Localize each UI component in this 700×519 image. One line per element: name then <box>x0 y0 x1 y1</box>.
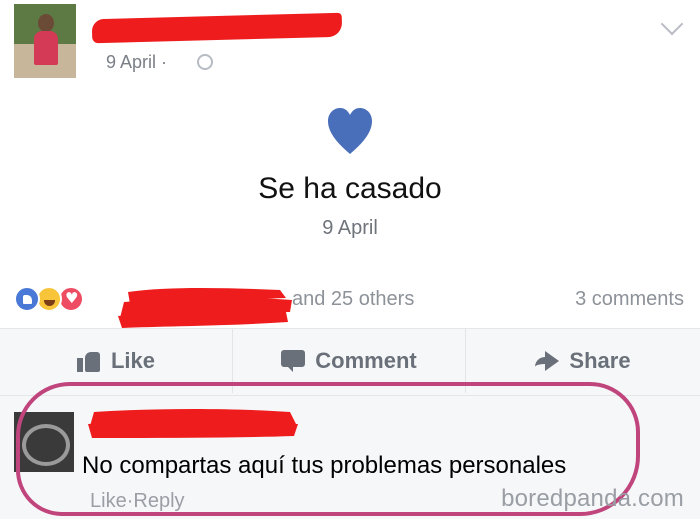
reaction-icons[interactable] <box>14 286 110 312</box>
globe-icon <box>197 54 213 70</box>
likers-name-redaction <box>118 288 292 328</box>
likers-summary[interactable]: and 25 others <box>292 288 414 311</box>
chevron-down-icon[interactable] <box>660 12 684 36</box>
heart-icon <box>328 108 372 154</box>
watermark: boredpanda.com <box>501 485 684 512</box>
like-reaction-icon <box>14 286 40 312</box>
life-event-date: 9 April <box>322 217 378 239</box>
comment-bubble-icon <box>281 350 306 372</box>
poster-avatar[interactable] <box>14 4 76 78</box>
facebook-post: 9 April · Se ha casado 9 April and 25 ot… <box>0 0 700 519</box>
thumbs-up-icon <box>76 350 101 372</box>
comments-count[interactable]: 3 comments <box>575 288 684 311</box>
post-date[interactable]: 9 April · <box>106 52 167 73</box>
life-event-title: Se ha casado <box>258 172 442 205</box>
poster-name-redaction <box>91 12 343 44</box>
share-arrow-icon <box>535 351 560 371</box>
